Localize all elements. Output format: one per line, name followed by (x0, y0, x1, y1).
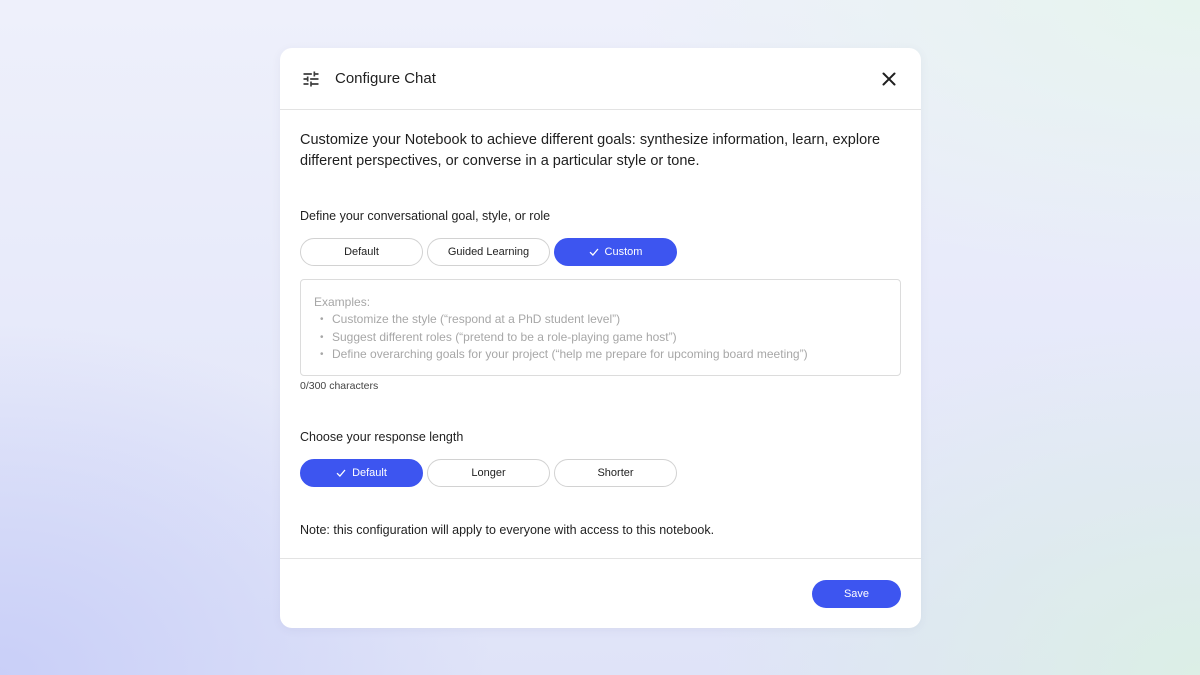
goal-option-custom[interactable]: Custom (554, 238, 677, 266)
placeholder-examples: Customize the style (“respond at a PhD s… (314, 311, 887, 364)
dialog-header: Configure Chat (280, 48, 921, 110)
length-option-group: Default Longer Shorter (300, 459, 677, 487)
check-icon (336, 469, 346, 477)
goal-option-guided-learning[interactable]: Guided Learning (427, 238, 550, 266)
placeholder-example: Suggest different roles (“pretend to be … (314, 329, 887, 347)
tune-icon (303, 71, 319, 87)
length-option-longer[interactable]: Longer (427, 459, 550, 487)
goal-option-default[interactable]: Default (300, 238, 423, 266)
goal-option-group: Default Guided Learning Custom (300, 238, 677, 266)
dialog-title: Configure Chat (335, 70, 436, 87)
intro-text: Customize your Notebook to achieve diffe… (300, 132, 881, 169)
length-option-default[interactable]: Default (300, 459, 423, 487)
length-section-label: Choose your response length (300, 430, 464, 444)
length-option-label: Longer (471, 467, 506, 479)
configuration-note: Note: this configuration will apply to e… (300, 523, 715, 537)
goal-option-label: Guided Learning (447, 246, 530, 258)
goal-option-label: Custom (604, 246, 643, 258)
character-count: 0/300 characters (300, 380, 379, 392)
length-option-label: Default (352, 467, 387, 479)
placeholder-example: Customize the style (“respond at a PhD s… (314, 311, 887, 329)
length-option-shorter[interactable]: Shorter (554, 459, 677, 487)
close-icon (882, 72, 896, 86)
custom-prompt-textarea[interactable]: Examples: Customize the style (“respond … (300, 279, 901, 376)
goal-option-label: Default (344, 246, 379, 258)
length-option-label: Shorter (597, 467, 634, 479)
placeholder-heading: Examples: (314, 295, 371, 309)
footer-divider (280, 558, 921, 559)
placeholder-example: Define overarching goals for your projec… (314, 346, 887, 364)
check-icon (589, 248, 599, 256)
save-button[interactable]: Save (812, 580, 901, 608)
goal-section-label: Define your conversational goal, style, … (300, 209, 551, 223)
configure-chat-dialog: Configure Chat Customize your Notebook t… (280, 48, 921, 628)
close-button[interactable] (877, 67, 901, 91)
